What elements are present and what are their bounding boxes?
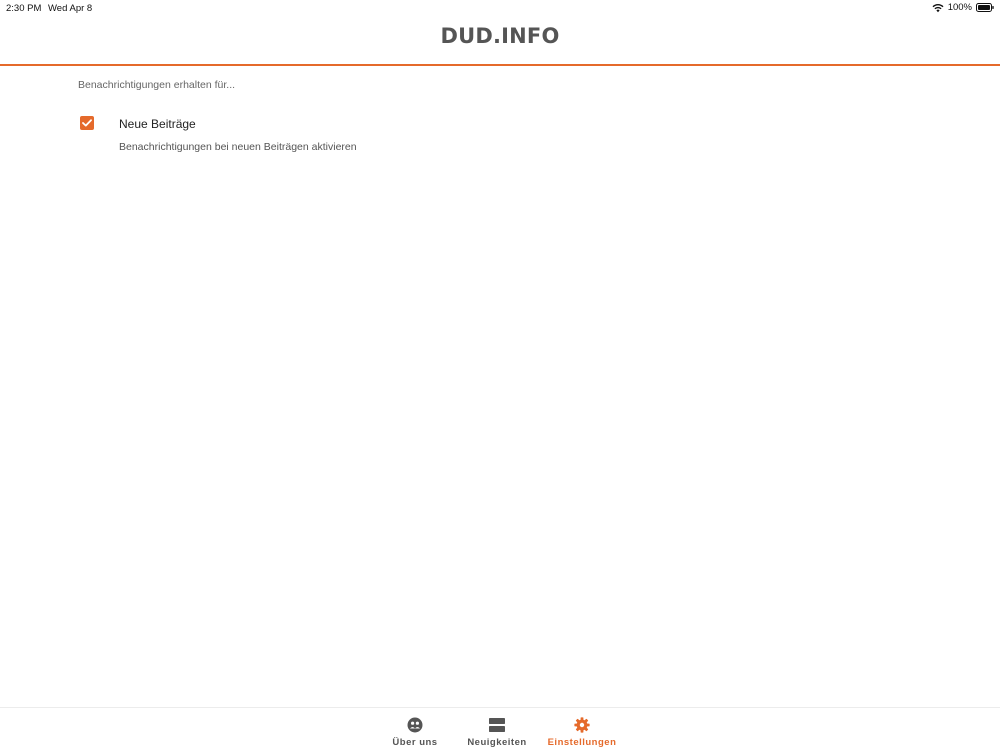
header-divider xyxy=(0,64,1000,66)
status-indicators: 100% xyxy=(932,2,994,13)
notifications-caption: Benachrichtigungen erhalten für... xyxy=(78,79,236,91)
status-date: Wed Apr 8 xyxy=(48,3,93,14)
new-posts-checkbox[interactable] xyxy=(80,116,94,130)
tab-label: Über uns xyxy=(392,737,438,748)
tab-einstellungen[interactable]: Einstellungen xyxy=(537,717,627,748)
tab-ueber-uns[interactable]: Über uns xyxy=(370,717,460,748)
wifi-icon xyxy=(932,3,944,12)
setting-description: Benachrichtigungen bei neuen Beiträgen a… xyxy=(119,141,357,153)
people-icon xyxy=(407,717,423,733)
tab-label: Neuigkeiten xyxy=(467,737,527,748)
tab-neuigkeiten[interactable]: Neuigkeiten xyxy=(452,717,542,748)
setting-title: Neue Beiträge xyxy=(119,117,196,131)
status-time: 2:30 PM xyxy=(6,3,42,14)
status-bar: 2:30 PM Wed Apr 8 100% xyxy=(0,0,1000,16)
setting-new-posts[interactable]: Neue Beiträge Benachrichtigungen bei neu… xyxy=(80,114,680,160)
battery-percent: 100% xyxy=(947,2,972,13)
app-title: DUD.INFO xyxy=(440,24,560,48)
gear-icon xyxy=(574,717,590,733)
battery-icon xyxy=(976,3,994,12)
app-header: DUD.INFO xyxy=(0,16,1000,65)
news-icon xyxy=(489,718,505,732)
tab-bar: Über uns Neuigkeiten Einstellungen xyxy=(0,707,1000,750)
check-icon xyxy=(82,119,92,127)
tab-label: Einstellungen xyxy=(547,737,617,748)
